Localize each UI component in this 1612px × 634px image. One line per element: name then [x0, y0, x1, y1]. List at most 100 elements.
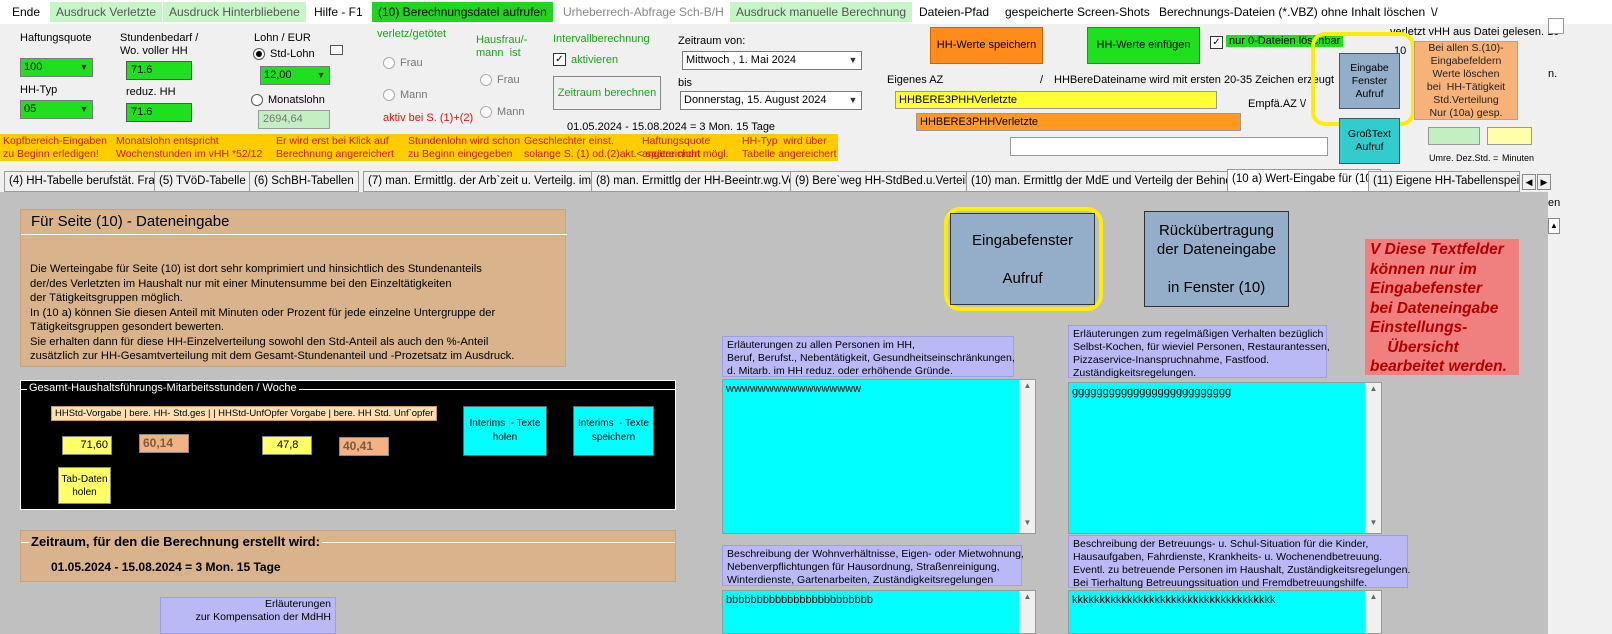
umre-label: Umre. Dez.Std. = [1429, 153, 1499, 163]
wohn-textarea[interactable]: bbbbbbbbbbbbbbbbbbbbbbbb ▲ [722, 590, 1036, 634]
hausfrau-mann-radio[interactable] [480, 106, 492, 118]
tab-10a[interactable]: (10 a) Wert-Eingabe für (10) [1227, 169, 1381, 192]
menu-ausdruck-manuell[interactable]: Ausdruck manuelle Berechnung [730, 2, 913, 22]
tab-6[interactable]: (6) SchBH-Tabellen [249, 171, 359, 192]
menu-vbz-loeschen[interactable]: Berechnungs-Dateien (*.VBZ) ohne Inhalt … [1153, 2, 1431, 22]
scrollbar[interactable]: ▲ ▼ [1019, 380, 1035, 533]
hausfrau-frau-radio[interactable] [480, 74, 492, 86]
scroll-down-icon[interactable]: ▼ [1020, 518, 1035, 532]
empfaenger-az-label: Empfä.AZ \/ [1248, 98, 1307, 110]
interims-speichern-button[interactable]: Interims - Texte speichern [573, 406, 654, 456]
von-date-picker[interactable]: Mittwoch , 1. Mai 2024 ▼ [682, 51, 862, 70]
tab-scroll-left-icon[interactable]: ◀ [1522, 174, 1536, 190]
werte-loeschen-button[interactable]: Bei allen S.(10)- Eingabefeldern Werte l… [1414, 41, 1518, 120]
menu-screenshots[interactable]: gespeicherte Screen-Shots [999, 2, 1156, 22]
menu-ende[interactable]: Ende [6, 2, 46, 22]
std-lohn-select[interactable]: 12,00 ▼ [260, 66, 330, 85]
tab-5[interactable]: (5) TVöD-Tabelle [154, 171, 251, 192]
hausfrau-frau-label: Frau [497, 74, 520, 86]
minuten-input[interactable] [1487, 127, 1532, 145]
tab-scroll-right-icon[interactable]: ▶ [1537, 174, 1551, 190]
tab-9[interactable]: (9) Bere`weg HH-StdBed.u.Verteilg. [790, 171, 983, 192]
description-line: In (10 a) können Sie diesen Anteil mit M… [30, 306, 496, 319]
haftungsquote-value: 100 [24, 61, 43, 73]
kochen-textarea[interactable]: gggggggggggggggggggggggggg ▲ ▼ [1068, 382, 1382, 534]
nur0-checkbox[interactable]: ✓ [1210, 36, 1223, 49]
scrollbar[interactable]: ▲ ▼ [1365, 383, 1381, 533]
lohn-indicator [330, 45, 343, 55]
tab-8[interactable]: (8) man. Ermittlg der HH-Beeintr.wg.Verl… [591, 171, 810, 192]
hhstd-vorgabe-value: 71,60 [62, 436, 112, 455]
std-lohn-radio[interactable] [253, 48, 265, 60]
interims-holen-button[interactable]: Interims - Texte holen [463, 406, 547, 456]
umre-input[interactable] [1428, 127, 1480, 145]
scroll-up-icon[interactable]: ▲ [1366, 384, 1381, 398]
eingabefenster-aufruf-button[interactable]: Eingabefenster Aufruf [950, 213, 1095, 305]
rueckuebertragung-button[interactable]: Rückübertragung der Dateneingabe in Fens… [1144, 211, 1289, 307]
empfaenger-az-input[interactable]: HHBERE3PHHVerletzte [916, 113, 1241, 131]
reduz-value[interactable]: 71.6 [126, 103, 192, 122]
tab-10[interactable]: (10) man. Ermittlg der MdE und Verteilg … [966, 171, 1254, 192]
scroll-up-icon[interactable]: ▲ [1548, 218, 1560, 234]
erlaeuterungen-personen-label: Erläuterungen zu allen Personen im HH, B… [722, 336, 1015, 377]
info-bar: Kopfbereich-Eingaben zu Beginn erledigen… [0, 134, 838, 161]
grosstext-aufruf-button[interactable]: GroßText Aufruf [1339, 118, 1400, 164]
monatslohn-value[interactable]: 2694,64 [258, 110, 330, 129]
zeitraum-value: 01.05.2024 - 15.08.2024 = 3 Mon. 15 Tage [51, 560, 281, 574]
verletzt-frau-label: Frau [400, 57, 423, 69]
scrollbar[interactable]: ▲ [1019, 591, 1035, 633]
tab-4[interactable]: (4) HH-Tabelle berufstät. Frau [4, 171, 167, 192]
betreuung-label: Beschreibung der Betreuungs- u. Schul-Si… [1068, 535, 1410, 589]
menu-dateien-pfad[interactable]: Dateien-Pfad [913, 2, 995, 22]
zeitraum-berechnen-button[interactable]: Zeitraum berechnen [553, 76, 661, 110]
wohnverhaeltnisse-label: Beschreibung der Wohnverhältnisse, Eigen… [722, 545, 1024, 586]
bere-hhstd-value: 60,14 [139, 434, 189, 453]
scrollbar[interactable]: ▲ [1365, 591, 1381, 633]
menu-ausdruck-hinterbliebene[interactable]: Ausdruck Hinterbliebene [163, 2, 306, 22]
info-monatslohn: Monatslohn entspricht Wochenstunden im v… [116, 135, 263, 160]
zeitraum-box: Zeitraum, für den die Berechnung erstell… [20, 530, 676, 582]
verletzt-mann-label: Mann [400, 89, 428, 101]
scroll-up-icon[interactable]: ▲ [1020, 592, 1035, 606]
verletzt-frau-radio[interactable] [383, 57, 395, 69]
wohn-text: bbbbbbbbbbbbbbbbbbbbbbbb [726, 594, 873, 606]
scroll-up-icon[interactable]: ▲ [1020, 381, 1035, 395]
tab-daten-holen-button[interactable]: Tab-Daten holen [58, 467, 111, 504]
section-title: Für Seite (10) - Dateneingabe [31, 213, 230, 230]
hh-werte-einfuegen-button[interactable]: HH-Werte einfügen [1087, 27, 1200, 64]
von-date-value: Mittwoch , 1. Mai 2024 [686, 54, 797, 66]
info-berechnung: Er wird erst bei Klick auf Berechnung an… [276, 135, 394, 160]
scroll-up-icon[interactable]: ▲ [1366, 592, 1381, 606]
description-text: Die Werteingabe für Seite (10) ist dort … [30, 262, 514, 364]
checkbox-icon[interactable]: ✓ [553, 53, 566, 66]
kochen-text: gggggggggggggggggggggggggg [1072, 386, 1232, 398]
bis-date-picker[interactable]: Donnerstag, 15. August 2024 ▼ [680, 91, 862, 110]
hh-typ-select[interactable]: 05 ▼ [20, 100, 93, 119]
menu-berechnungsdatei-aufrufen[interactable]: (10) Berechnungsdatei aufrufen [372, 2, 553, 22]
monatslohn-radio[interactable] [251, 94, 263, 106]
stundenbedarf-value[interactable]: 71.6 [126, 61, 192, 80]
az-extra-input[interactable] [1010, 137, 1328, 156]
gesamt-title: Gesamt-Haushaltsführungs-Mitarbeitsstund… [27, 382, 299, 394]
hhbere-hint: HHBereDateiname wird mit ersten 20-35 Ze… [1054, 74, 1335, 86]
description-line: Tätigkeitsgruppen gesondert bewerten. [30, 321, 225, 333]
verletzt-mann-radio[interactable] [383, 89, 395, 101]
tab-11[interactable]: (11) Eigene HH-Tabellenspeiche [1368, 171, 1520, 192]
hausfrau-label: Hausfrau/- mann ist [476, 34, 528, 59]
bis-label: bis [678, 77, 693, 89]
menu-more[interactable]: \/ [1425, 2, 1444, 22]
haftungsquote-select[interactable]: 100 ▼ [20, 58, 93, 77]
betreuung-textarea[interactable]: kkkkkkkkkkkkkkkkkkkkkkkkkkkkkkkkkkkkk ▲ [1068, 590, 1382, 634]
menu-urheberrecht[interactable]: Urheberrech-Abfrage Sch-B/H [557, 2, 730, 22]
tab-7[interactable]: (7) man. Ermittlg. der Arb`zeit u. Verte… [363, 171, 616, 192]
description-line: zusätzlich zur HH-Gesamtverteilung mit d… [30, 350, 515, 362]
hh-werte-speichern-button[interactable]: HH-Werte speichern [930, 27, 1043, 64]
menu-hilfe[interactable]: Hilfe - F1 [308, 2, 369, 22]
eigenes-az-input[interactable]: HHBERE3PHHVerletzte [895, 91, 1217, 109]
divider [21, 234, 567, 235]
menu-ausdruck-verletzte[interactable]: Ausdruck Verletzte [50, 2, 163, 22]
personen-textarea[interactable]: wwwwwwwwwwwwwwwww ▲ ▼ [722, 379, 1036, 534]
eingabe-fenster-aufruf-button[interactable]: Eingabe Fenster Aufruf [1339, 53, 1400, 109]
gesamt-header: HHStd-Vorgabe | bere. HH- Std.ges | | HH… [51, 406, 438, 421]
scroll-down-icon[interactable]: ▼ [1366, 518, 1381, 532]
